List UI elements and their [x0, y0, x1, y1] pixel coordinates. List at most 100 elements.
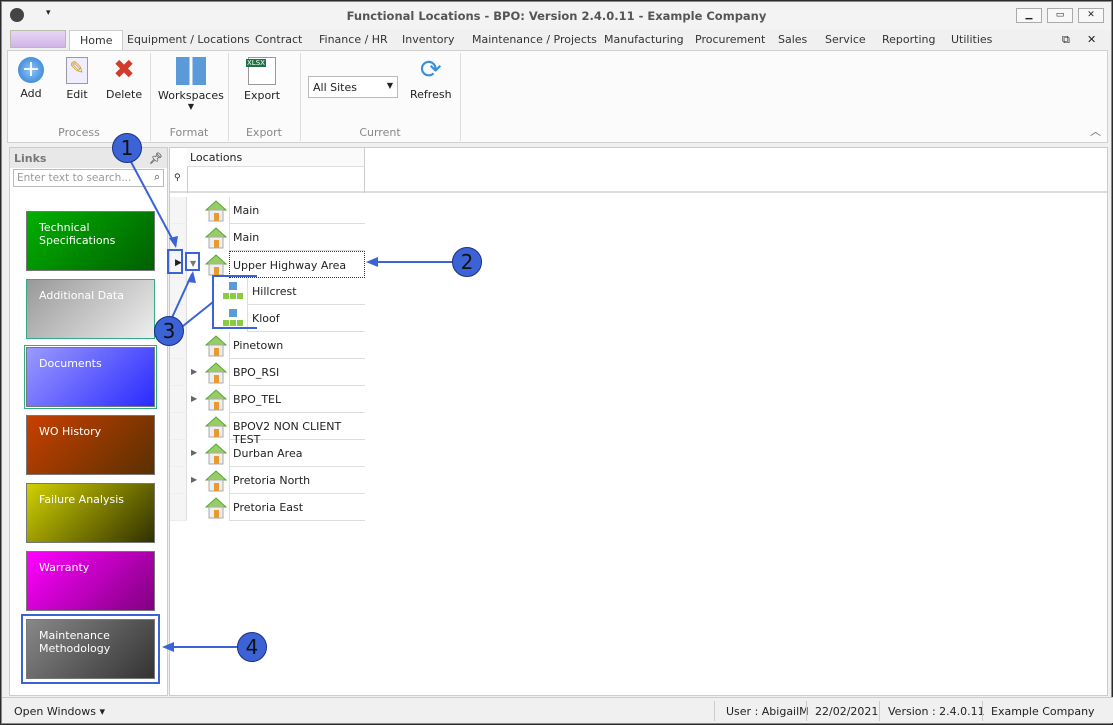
tree-row[interactable]: Main [170, 197, 365, 224]
location-cell[interactable]: Main [229, 224, 365, 251]
links-panel: Links 📌︎ Enter text to search... ⌕ Technic… [9, 147, 168, 696]
tab-maintenance-projects[interactable]: Maintenance / Projects [472, 33, 597, 46]
tab-service[interactable]: Service [825, 33, 866, 46]
add-icon: + [18, 57, 44, 83]
edit-label: Edit [66, 88, 88, 101]
open-windows-button[interactable]: Open Windows ▾ [14, 705, 105, 718]
location-cell[interactable]: BPO_RSI [229, 359, 365, 386]
tree-row[interactable]: ▶ Durban Area [170, 440, 365, 467]
search-placeholder: Enter text to search... [17, 172, 132, 184]
close-document-button[interactable]: ✕ [1087, 33, 1096, 46]
group-format: Format [169, 126, 209, 139]
tab-finance-hr[interactable]: Finance / HR [319, 33, 388, 46]
location-cell[interactable]: BPO_TEL [229, 386, 365, 413]
location-name: BPO_RSI [233, 366, 280, 379]
open-windows-label: Open Windows [14, 705, 96, 718]
tree-row[interactable]: Hillcrest [170, 278, 365, 305]
column-header-locations[interactable]: Locations [187, 148, 365, 167]
expand-icon[interactable]: ▶ [191, 475, 197, 484]
row-indicator[interactable] [170, 413, 187, 440]
tree-row[interactable]: ▶ Pretoria North [170, 467, 365, 494]
export-label: Export [244, 89, 281, 102]
tab-sales[interactable]: Sales [778, 33, 807, 46]
location-cell[interactable]: Pinetown [229, 332, 365, 359]
location-name: Pretoria North [233, 474, 311, 487]
refresh-button[interactable]: ⟳ Refresh [410, 57, 452, 102]
close-button[interactable]: ✕ [1078, 8, 1104, 23]
location-cell[interactable]: Hillcrest [247, 278, 365, 305]
pin-icon[interactable]: 📌︎ [149, 152, 163, 165]
collapse-icon[interactable]: ▼ [190, 259, 196, 268]
edit-button[interactable]: ✎ Edit [66, 57, 88, 101]
tab-reporting[interactable]: Reporting [882, 33, 935, 46]
row-indicator[interactable] [170, 440, 187, 467]
app-menu-button[interactable] [10, 30, 66, 48]
tree-row[interactable]: Main [170, 224, 365, 251]
tile-additional-data[interactable]: Additional Data [26, 279, 155, 339]
tree-row[interactable]: Pretoria East [170, 494, 365, 521]
row-indicator[interactable] [170, 197, 187, 224]
location-name: Kloof [252, 312, 280, 325]
location-cell[interactable]: Pretoria East [229, 494, 365, 521]
tree-row[interactable]: ▶ BPO_TEL [170, 386, 365, 413]
tile-technical-specifications[interactable]: Technical Specifications [26, 211, 155, 271]
tab-home[interactable]: Home [69, 30, 124, 52]
status-date: 22/02/2021 [815, 705, 879, 718]
location-cell[interactable]: BPOV2 NON CLIENT TEST [229, 413, 365, 446]
expand-icon[interactable]: ▶ [191, 448, 197, 457]
row-indicator[interactable] [170, 386, 187, 413]
row-indicator[interactable]: ▶ [170, 251, 187, 278]
row-indicator[interactable] [170, 467, 187, 494]
links-search-input[interactable]: Enter text to search... ⌕ [13, 169, 164, 187]
filter-row[interactable]: ⚲ [170, 167, 1107, 193]
location-name: Main [233, 231, 260, 244]
minimize-button[interactable]: ▁ [1016, 8, 1042, 23]
hierarchy-icon [222, 281, 244, 303]
delete-button[interactable]: ✖ Delete [106, 57, 142, 102]
location-cell[interactable]: Pretoria North [229, 467, 365, 494]
expand-icon[interactable]: ▶ [191, 394, 197, 403]
tree-row[interactable]: ▶ BPO_RSI [170, 359, 365, 386]
window-title: Functional Locations - BPO: Version 2.4.… [346, 9, 767, 23]
tile-maintenance-methodology[interactable]: Maintenance Methodology [21, 614, 160, 684]
workspaces-label: Workspaces [158, 89, 224, 102]
row-indicator[interactable] [170, 224, 187, 251]
maximize-button[interactable]: ▭ [1047, 8, 1073, 23]
tab-procurement[interactable]: Procurement [695, 33, 765, 46]
tile-failure-analysis[interactable]: Failure Analysis [26, 483, 155, 543]
tab-contract[interactable]: Contract [255, 33, 302, 46]
location-name: Hillcrest [252, 285, 297, 298]
filter-icon: ⚲ [174, 173, 181, 183]
row-indicator[interactable] [170, 359, 187, 386]
site-select-value: All Sites [313, 81, 357, 94]
tree-row[interactable]: Pinetown [170, 332, 365, 359]
tab-inventory[interactable]: Inventory [402, 33, 455, 46]
tile-wo-history[interactable]: WO History [26, 415, 155, 475]
export-xlsx-icon: XLSX [246, 57, 276, 85]
location-cell[interactable]: Durban Area [229, 440, 365, 467]
location-cell[interactable]: Kloof [247, 305, 365, 332]
tile-warranty[interactable]: Warranty [26, 551, 155, 611]
status-bar: Open Windows ▾ User : AbigailM 22/02/202… [2, 697, 1113, 723]
collapse-ribbon-button[interactable]: ︿ [1090, 123, 1101, 139]
tree-row[interactable]: ▶ ▼ Upper Highway Area [170, 251, 365, 278]
tree-row[interactable]: BPOV2 NON CLIENT TEST [170, 413, 365, 446]
callout-2: 2 [452, 247, 482, 277]
house-icon [204, 362, 228, 384]
tab-equipment-locations[interactable]: Equipment / Locations [127, 33, 250, 46]
workspaces-button[interactable]: Workspaces ▼ [158, 57, 224, 111]
tab-manufacturing[interactable]: Manufacturing [604, 33, 684, 46]
restore-button[interactable]: ⧉ [1062, 33, 1070, 47]
locations-tree-grid: Locations ⚲ Main Main ▶ ▼ Upper Highway Area… [169, 147, 1108, 696]
tab-utilities[interactable]: Utilities [951, 33, 992, 46]
add-button[interactable]: + Add [18, 57, 44, 100]
row-indicator[interactable] [170, 494, 187, 521]
tile-documents[interactable]: Documents [24, 345, 157, 409]
location-cell[interactable]: Main [229, 197, 365, 224]
location-cell[interactable]: Upper Highway Area [229, 251, 365, 278]
site-select[interactable]: All Sites ▼ [308, 76, 398, 98]
tree-row[interactable]: Kloof [170, 305, 365, 332]
expand-icon[interactable]: ▶ [191, 367, 197, 376]
export-button[interactable]: XLSX Export [244, 57, 280, 102]
row-indicator[interactable] [170, 278, 187, 305]
